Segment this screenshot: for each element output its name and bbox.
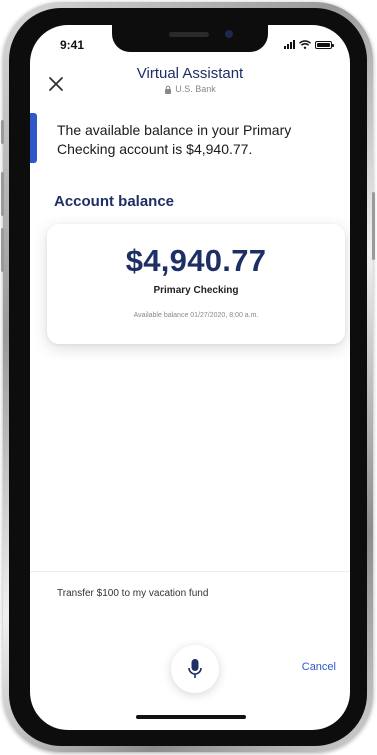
assistant-message: The available balance in your Primary Ch… xyxy=(57,122,292,157)
volume-down-button xyxy=(1,228,4,272)
balance-amount: $4,940.77 xyxy=(125,243,267,278)
camera xyxy=(225,30,233,38)
battery-icon xyxy=(315,41,334,49)
cancel-button[interactable]: Cancel xyxy=(302,661,336,673)
speaker xyxy=(169,32,209,37)
bank-name: U.S. Bank xyxy=(175,84,216,94)
side-button xyxy=(1,120,4,144)
voice-input-text: Transfer $100 to my vacation fund xyxy=(57,588,209,599)
microphone-icon xyxy=(188,659,202,678)
header-subtitle: U.S. Bank xyxy=(30,84,350,94)
notch xyxy=(112,25,268,52)
phone-screen: 9:41 Virtual Assistant U.S. Bank The ava… xyxy=(30,25,350,730)
input-divider xyxy=(30,571,350,572)
power-button xyxy=(372,192,375,260)
volume-up-button xyxy=(1,172,4,216)
signal-icon xyxy=(284,40,295,49)
page-title: Virtual Assistant xyxy=(136,65,244,82)
section-title: Account balance xyxy=(54,193,175,210)
balance-date: Available balance 01/27/2020, 8:00 a.m. xyxy=(133,312,259,319)
home-indicator[interactable] xyxy=(136,715,246,719)
lock-icon xyxy=(165,85,172,94)
status-time: 9:41 xyxy=(60,38,85,52)
status-icons xyxy=(284,40,334,49)
balance-card[interactable]: $4,940.77 Primary Checking Available bal… xyxy=(47,224,345,344)
account-name: Primary Checking xyxy=(153,285,239,296)
microphone-button[interactable] xyxy=(171,645,219,693)
message-accent-bar xyxy=(30,113,37,163)
wifi-icon xyxy=(299,40,311,49)
